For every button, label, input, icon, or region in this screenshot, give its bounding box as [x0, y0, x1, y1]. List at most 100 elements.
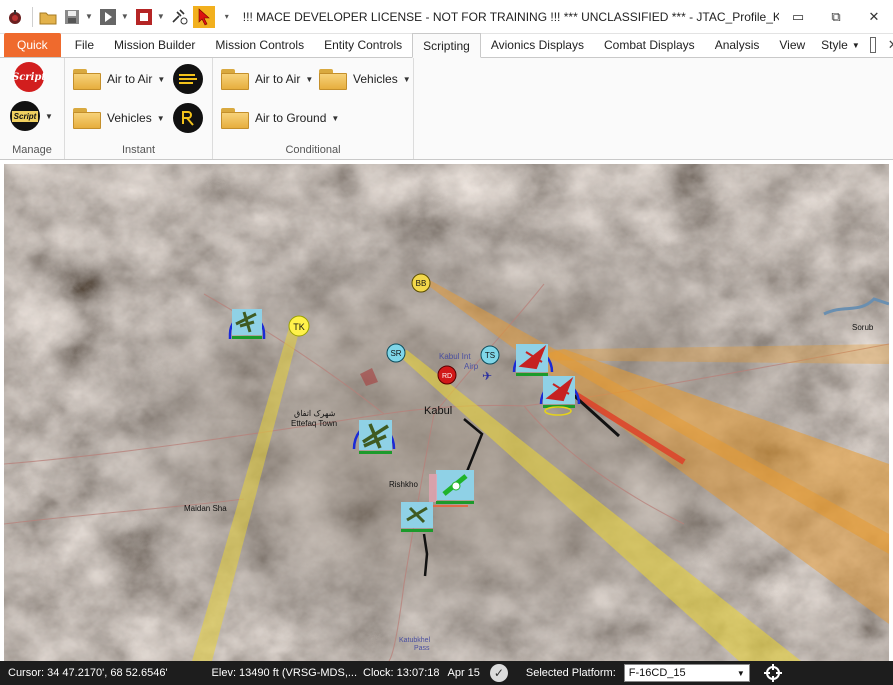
group-label-instant: Instant	[121, 144, 156, 156]
script-button[interactable]: Script	[12, 62, 46, 92]
status-bar: Cursor: 34 47.2170', 68 52.6546' Elev: 1…	[0, 661, 893, 685]
instant-air-to-air-dropdown-icon: ▼	[157, 74, 166, 84]
check-icon[interactable]: ✓	[489, 664, 508, 682]
label-sorubi: Sorub	[852, 323, 874, 332]
play-icon[interactable]	[97, 6, 119, 28]
selected-platform-label: Selected Platform:	[525, 667, 616, 679]
tab-scripting[interactable]: Scripting	[412, 33, 481, 58]
tab-analysis[interactable]: Analysis	[705, 33, 770, 57]
restore-icon[interactable]: ⧉	[817, 0, 855, 34]
selected-platform-dropdown[interactable]: F-16CD_15 ▼	[623, 664, 750, 682]
quick-access-toolbar: ▼ ▼ ▼ ▾	[0, 0, 233, 34]
group-instant: Air to Air ▼ Vehicles ▼ Instant	[65, 58, 213, 159]
tab-mission-builder[interactable]: Mission Builder	[104, 33, 205, 57]
close-icon[interactable]: ✕	[855, 0, 893, 34]
hand-tool-icon[interactable]	[169, 6, 191, 28]
instant-rx-button[interactable]	[173, 103, 203, 133]
instant-vehicles-label: Vehicles	[107, 111, 152, 125]
date-readout: Apr 15	[447, 667, 480, 679]
folder-icon	[221, 106, 251, 130]
tab-file[interactable]: File	[65, 33, 104, 57]
map-canvas[interactable]: Kabul Maidan Sha Rishkho Sorub شهرک اتفا…	[4, 164, 889, 661]
marker-sr[interactable]: SR	[386, 343, 406, 363]
marker-tk[interactable]: TK	[288, 315, 310, 337]
instant-vehicles-button[interactable]: Vehicles ▼	[73, 103, 165, 133]
conditional-air-to-air-dropdown-icon: ▼	[305, 74, 314, 84]
selected-platform-value: F-16CD_15	[628, 667, 686, 679]
group-label-conditional: Conditional	[285, 144, 341, 156]
conditional-vehicles-dropdown-icon: ▼	[402, 74, 411, 84]
clock-readout: Clock: 13:07:18	[363, 667, 440, 679]
label-ettefaq-native: شهرک اتفاق	[294, 409, 336, 418]
cursor-readout: Cursor: 34 47.2170', 68 52.6546'	[8, 667, 168, 679]
tab-quick[interactable]: Quick	[4, 33, 61, 57]
select-pointer-icon[interactable]	[192, 5, 215, 28]
platform-dropdown-icon: ▼	[736, 668, 745, 678]
tab-entity-controls[interactable]: Entity Controls	[314, 33, 412, 57]
folder-icon	[73, 106, 103, 130]
conditional-air-to-ground-label: Air to Ground	[255, 111, 327, 125]
save-dropdown-icon[interactable]: ▼	[85, 12, 93, 21]
conditional-air-to-air-button[interactable]: Air to Air ▼	[221, 64, 313, 94]
instant-vehicles-dropdown-icon: ▼	[156, 113, 165, 123]
color-palette-icon[interactable]	[869, 37, 876, 53]
svg-text:SR: SR	[390, 349, 401, 358]
ribbon-close-icon[interactable]: ✕	[882, 37, 893, 57]
minimize-icon[interactable]: ▭	[779, 0, 817, 34]
label-kabul-intl: Kabul Int	[439, 352, 471, 361]
friendly-vehicle-south[interactable]	[401, 502, 433, 532]
tab-mission-controls[interactable]: Mission Controls	[205, 33, 314, 57]
marker-ts[interactable]: TS	[480, 345, 500, 365]
rx-icon	[173, 103, 203, 133]
elevation-readout: Elev: 13490 ft (VRSG-MDS,...	[211, 667, 358, 679]
script-file-button[interactable]: Script ▼	[10, 101, 53, 131]
window-title: !!! MACE DEVELOPER LICENSE - NOT FOR TRA…	[242, 9, 779, 24]
play-dropdown-icon[interactable]: ▼	[121, 12, 129, 21]
marker-hostile[interactable]: RD	[437, 365, 457, 385]
instant-script-icon	[173, 64, 203, 94]
style-dropdown-icon: ▼	[851, 40, 860, 50]
ribbon-panel: Script Script ▼ Manage Air to Air ▼ Vehi…	[0, 58, 893, 160]
conditional-vehicles-button[interactable]: Vehicles ▼	[319, 64, 411, 94]
style-menu[interactable]: Style ▼	[815, 33, 866, 57]
friendly-aircraft-west[interactable]	[228, 309, 266, 339]
open-folder-icon[interactable]	[37, 6, 59, 28]
conditional-vehicles-label: Vehicles	[353, 72, 398, 86]
tactical-map[interactable]: Kabul Maidan Sha Rishkho Sorub شهرک اتفا…	[4, 164, 889, 661]
instant-script-button[interactable]	[173, 64, 203, 94]
title-bar: ▼ ▼ ▼ ▾ !!! MACE DEVELOPER LICENSE - NOT…	[0, 0, 893, 34]
customize-toolbar-icon[interactable]: ▾	[225, 12, 229, 21]
svg-text:RD: RD	[442, 373, 452, 380]
hostile-aircraft-north[interactable]	[512, 344, 554, 376]
conditional-air-to-ground-dropdown-icon: ▼	[331, 113, 340, 123]
conditional-air-to-ground-button[interactable]: Air to Ground ▼	[221, 103, 339, 133]
marker-bb[interactable]: BB	[411, 273, 431, 293]
crosshair-icon[interactable]	[763, 664, 782, 682]
instant-air-to-air-button[interactable]: Air to Air ▼	[73, 64, 165, 94]
label-ettefaq: Ettefaq Town	[291, 419, 337, 428]
label-maidan-shar: Maidan Sha	[184, 504, 227, 513]
tab-avionics-displays[interactable]: Avionics Displays	[481, 33, 594, 57]
style-menu-label: Style	[821, 38, 848, 52]
stop-icon[interactable]	[133, 6, 155, 28]
script-icon: Script	[12, 62, 46, 92]
label-rishkhor: Rishkho	[389, 480, 418, 489]
tab-combat-displays[interactable]: Combat Displays	[594, 33, 705, 57]
airport-icon: ✈	[482, 369, 492, 383]
label-katubkhel: Katubkhel	[399, 637, 431, 644]
group-label-manage: Manage	[12, 144, 52, 156]
group-manage: Script Script ▼ Manage	[0, 58, 65, 159]
instant-air-to-air-label: Air to Air	[107, 72, 153, 86]
svg-text:BB: BB	[416, 279, 427, 288]
script-file-icon: Script	[10, 101, 40, 131]
label-kabul-intl-2: Airp	[464, 362, 479, 371]
save-icon[interactable]	[61, 6, 83, 28]
tab-view[interactable]: View	[769, 33, 815, 57]
folder-icon	[73, 67, 103, 91]
label-katubkhel-2: Pass	[414, 645, 430, 652]
app-logo-icon[interactable]	[4, 6, 26, 28]
friendly-vehicle-north[interactable]	[429, 470, 474, 507]
stop-dropdown-icon[interactable]: ▼	[157, 12, 165, 21]
friendly-aircraft-center[interactable]	[352, 419, 396, 454]
group-conditional: Air to Air ▼ Vehicles ▼ Air to Ground ▼ …	[213, 58, 414, 159]
